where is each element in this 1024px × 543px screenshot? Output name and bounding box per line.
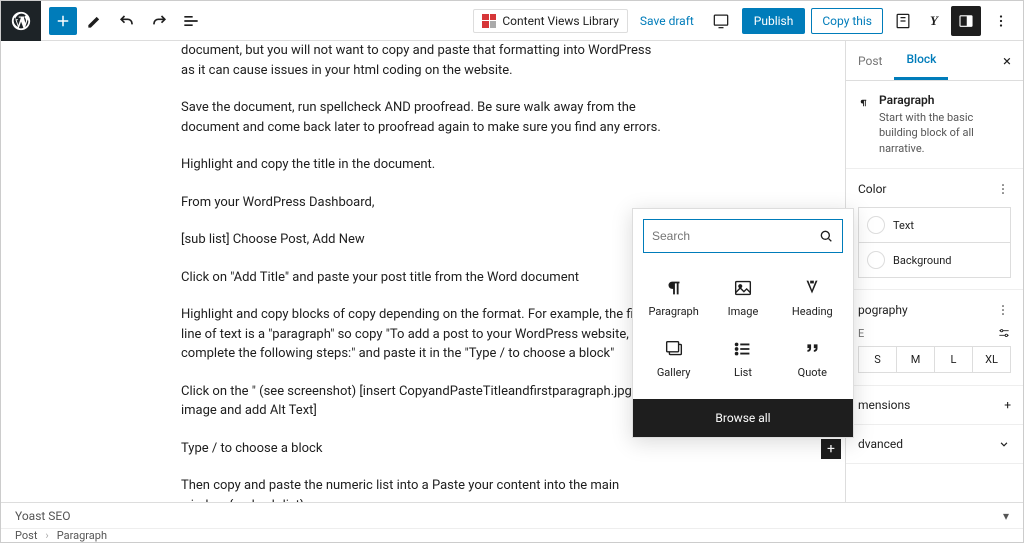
block-inserter-popover: Paragraph Image Heading Gallery List Quo… <box>632 208 854 438</box>
breadcrumb-paragraph[interactable]: Paragraph <box>57 529 107 542</box>
inserter-search-input[interactable] <box>652 229 818 243</box>
inserter-paragraph[interactable]: Paragraph <box>639 267 708 328</box>
more-icon[interactable] <box>995 181 1011 197</box>
add-block-button[interactable] <box>49 7 77 35</box>
font-size-presets: S M L XL <box>858 346 1011 373</box>
content-views-library-button[interactable]: Content Views Library <box>473 9 628 33</box>
size-xl[interactable]: XL <box>973 347 1010 372</box>
inserter-search[interactable] <box>643 219 843 253</box>
paragraph-block[interactable]: From your WordPress Dashboard, <box>181 193 665 213</box>
paragraph-block[interactable]: Click on "Add Title" and paste your post… <box>181 268 665 288</box>
size-label: E <box>858 327 864 340</box>
yoast-seo-panel[interactable]: Yoast SEO ▾ <box>1 502 1023 528</box>
more-options-icon[interactable] <box>987 7 1015 35</box>
yoast-icon[interactable]: Y <box>923 10 945 32</box>
caret-down-icon[interactable]: ▾ <box>1003 509 1009 523</box>
chevron-right-icon: › <box>45 529 48 542</box>
browse-all-button[interactable]: Browse all <box>633 399 853 437</box>
tab-post[interactable]: Post <box>846 43 894 79</box>
background-color-button[interactable]: Background <box>858 242 1011 278</box>
empty-paragraph-placeholder[interactable]: Type / to choose a block <box>181 439 665 459</box>
more-icon[interactable] <box>995 302 1011 318</box>
copy-this-button[interactable]: Copy this <box>811 8 883 34</box>
tab-block[interactable]: Block <box>894 41 948 80</box>
document-overview-icon[interactable] <box>177 7 205 35</box>
breadcrumb-post[interactable]: Post <box>15 529 37 542</box>
color-panel-header[interactable]: Color <box>858 181 1011 197</box>
paragraph-block[interactable]: Highlight and copy blocks of copy depend… <box>181 305 665 364</box>
block-breadcrumb: Post › Paragraph <box>1 528 1023 542</box>
inserter-gallery[interactable]: Gallery <box>639 328 708 389</box>
astra-settings-icon[interactable] <box>889 7 917 35</box>
settings-icon[interactable] <box>997 326 1011 340</box>
size-l[interactable]: L <box>935 347 973 372</box>
advanced-panel-header[interactable]: dvanced <box>858 437 1011 451</box>
paragraph-block[interactable]: Click on the " (see screenshot) [insert … <box>181 382 665 421</box>
redo-icon[interactable] <box>145 7 173 35</box>
content-views-label: Content Views Library <box>502 14 619 28</box>
paragraph-block[interactable]: Save the document, run spellcheck AND pr… <box>181 98 665 137</box>
preview-button[interactable] <box>706 6 736 36</box>
edit-mode-icon[interactable] <box>81 7 109 35</box>
search-icon <box>818 228 834 244</box>
publish-button[interactable]: Publish <box>742 8 806 34</box>
size-s[interactable]: S <box>859 347 897 372</box>
top-toolbar: Content Views Library Save draft Publish… <box>1 1 1023 41</box>
close-sidebar-icon[interactable]: × <box>991 52 1023 70</box>
inserter-quote[interactable]: Quote <box>778 328 847 389</box>
inline-add-block-button[interactable]: + <box>821 439 841 459</box>
inserter-image[interactable]: Image <box>708 267 777 328</box>
chevron-down-icon <box>997 437 1011 451</box>
save-draft-button[interactable]: Save draft <box>634 10 700 32</box>
inserter-list[interactable]: List <box>708 328 777 389</box>
settings-sidebar: Post Block × Paragraph Start with the ba… <box>845 41 1023 502</box>
wordpress-logo[interactable] <box>1 1 41 41</box>
block-description: Start with the basic building block of a… <box>879 110 1011 156</box>
size-m[interactable]: M <box>897 347 935 372</box>
paragraph-icon <box>858 93 869 113</box>
inserter-heading[interactable]: Heading <box>778 267 847 328</box>
paragraph-block[interactable]: [sub list] Choose Post, Add New <box>181 230 665 250</box>
typography-panel-header[interactable]: pography <box>858 302 1011 318</box>
paragraph-block[interactable]: Highlight and copy the title in the docu… <box>181 155 665 175</box>
content-views-icon <box>482 14 496 28</box>
paragraph-block[interactable]: document, but you will not want to copy … <box>181 41 665 80</box>
paragraph-block[interactable]: Then copy and paste the numeric list int… <box>181 476 665 502</box>
dimensions-panel-header[interactable]: mensions + <box>858 398 1011 412</box>
sidebar-toggle-button[interactable] <box>951 6 981 36</box>
plus-icon[interactable]: + <box>1004 398 1011 412</box>
text-color-button[interactable]: Text <box>858 207 1011 243</box>
undo-icon[interactable] <box>113 7 141 35</box>
block-name: Paragraph <box>879 93 1011 107</box>
